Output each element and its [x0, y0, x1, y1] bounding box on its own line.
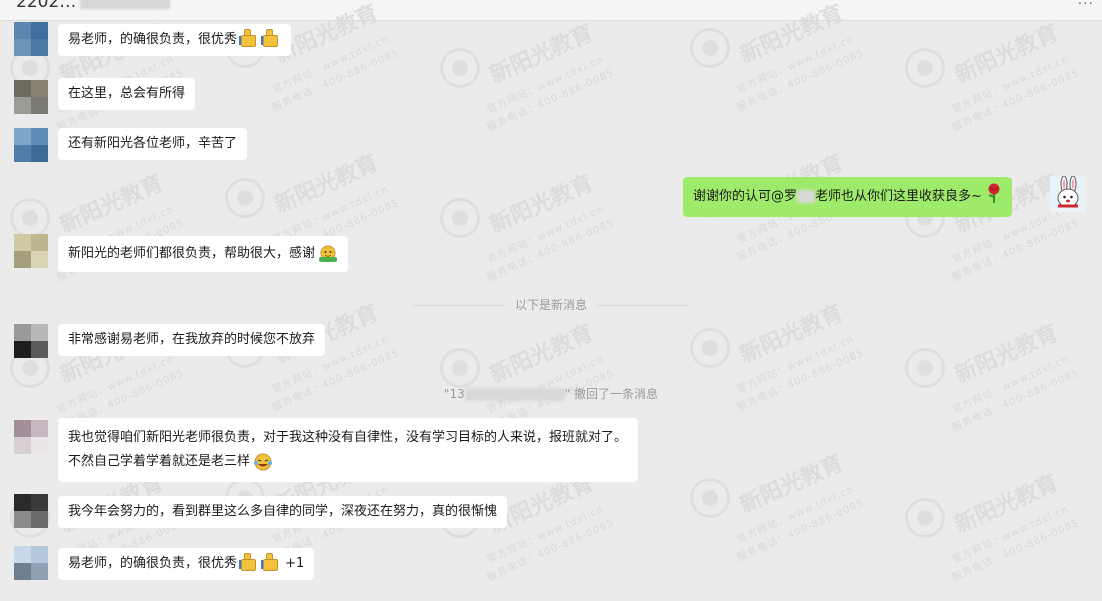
my-message-bubble[interactable]: 谢谢你的认可@罗 老师也从你们这里收获良多~ — [683, 177, 1012, 217]
message-bubble[interactable]: 还有新阳光各位老师，辛苦了 — [58, 128, 248, 160]
redacted-number — [464, 388, 565, 401]
avatar[interactable] — [14, 420, 48, 454]
watermark-brand: 新阳光教育 — [271, 150, 383, 219]
message-bubble[interactable]: 在这里，总会有所得 — [58, 78, 196, 110]
watermark-logo-icon — [440, 198, 480, 238]
watermark-logo-icon — [225, 178, 265, 218]
watermark-logo-icon — [690, 28, 730, 68]
message-text: 谢谢你的认可@罗 — [693, 189, 798, 204]
message-text: 我今年会努力的，看到群里这么多自律的同学，深夜还在努力，真的很惭愧 — [68, 504, 498, 519]
watermark-phone: 服务电话：400-886-0085 — [950, 517, 1082, 584]
watermark-brand: 新阳光教育 — [486, 20, 598, 89]
watermark-site: 官方网站：www.tdxl.cn — [485, 354, 606, 416]
title-bar: 2202… ··· — [0, 0, 1102, 21]
message-text: 老师也从你们这里收获良多~ — [815, 189, 982, 204]
message-bubble[interactable]: 易老师，的确很负责，很优秀 — [58, 24, 292, 56]
watermark-brand: 新阳光教育 — [56, 170, 168, 239]
watermark-logo-icon — [690, 328, 730, 368]
rabbit-avatar-icon — [1057, 175, 1079, 208]
watermark-site: 官方网站：www.tdxl.cn — [950, 504, 1071, 566]
new-messages-separator: 以下是新消息 — [0, 296, 1102, 313]
watermark-logo-icon — [905, 498, 945, 538]
avatar[interactable] — [14, 324, 48, 358]
watermark-brand: 新阳光教育 — [486, 170, 598, 239]
watermark-site: 官方网站：www.tdxl.cn — [735, 34, 856, 96]
watermark-brand: 新阳光教育 — [951, 470, 1063, 539]
watermark-site: 官方网站：www.tdxl.cn — [735, 484, 856, 546]
rose-icon — [988, 183, 1000, 203]
watermark-brand: 新阳光教育 — [951, 320, 1063, 389]
thumbs-up-icon — [261, 552, 279, 571]
watermark-logo-icon — [690, 478, 730, 518]
avatar[interactable] — [14, 234, 48, 268]
more-options-icon[interactable]: ··· — [1078, 0, 1094, 12]
watermark-logo-icon — [905, 348, 945, 388]
watermark-brand: 新阳光教育 — [951, 20, 1063, 89]
watermark-site: 官方网站：www.tdxl.cn — [485, 204, 606, 266]
watermark-phone: 服务电话：400-886-0085 — [950, 217, 1082, 284]
watermark-site: 官方网站：www.tdxl.cn — [485, 54, 606, 116]
message-bubble[interactable]: 我今年会努力的，看到群里这么多自律的同学，深夜还在努力，真的很惭愧 — [58, 496, 508, 528]
recall-notice: "13 " 撤回了一条消息 — [443, 387, 659, 401]
message-text: 易老师，的确很负责，很优秀 — [68, 32, 238, 47]
message-text: 还有新阳光各位老师，辛苦了 — [68, 136, 238, 151]
plus-one-label: +1 — [285, 556, 305, 571]
avatar[interactable] — [14, 128, 48, 162]
message-text: 新阳光的老师们都很负责，帮助很大，感谢 — [68, 246, 316, 261]
watermark-phone: 服务电话：400-886-0085 — [735, 47, 867, 114]
message-bubble[interactable]: 我也觉得咱们新阳光老师很负责，对于我这种没有自律性，没有学习目标的人来说，报班就… — [58, 418, 638, 482]
watermark-phone: 服务电话：400-886-0085 — [950, 67, 1082, 134]
watermark-site: 官方网站：www.tdxl.cn — [55, 354, 176, 416]
avatar[interactable] — [14, 80, 48, 114]
watermark-phone: 服务电话：400-886-0085 — [735, 347, 867, 414]
avatar[interactable] — [14, 546, 48, 580]
message-text: 易老师，的确很负责，很优秀 — [68, 556, 238, 571]
watermark-site: 官方网站：www.tdxl.cn — [950, 54, 1071, 116]
watermark-logo-icon — [440, 348, 480, 388]
redacted-name — [797, 190, 816, 203]
message-text: 我也觉得咱们新阳光老师很负责，对于我这种没有自律性，没有学习目标的人来说，报班就… — [68, 430, 628, 469]
message-text: 非常感谢易老师，在我放弃的时候您不放弃 — [68, 332, 316, 347]
message-text: 在这里，总会有所得 — [68, 86, 186, 101]
watermark-logo-icon — [905, 48, 945, 88]
watermark-logo-icon — [440, 48, 480, 88]
watermark-phone: 服务电话：400-886-0085 — [485, 217, 617, 284]
watermark-phone: 服务电话：400-886-0085 — [735, 497, 867, 564]
message-bubble[interactable]: 非常感谢易老师，在我放弃的时候您不放弃 — [58, 324, 326, 356]
message-bubble[interactable]: 易老师，的确很负责，很优秀 +1 — [58, 548, 315, 580]
separator-label: 以下是新消息 — [514, 298, 587, 312]
my-avatar[interactable] — [1050, 175, 1086, 212]
watermark-logo-icon — [10, 198, 50, 238]
thumbs-up-icon — [239, 552, 257, 571]
avatar[interactable] — [14, 494, 48, 528]
watermark-site: 官方网站：www.tdxl.cn — [950, 354, 1071, 416]
avatar[interactable] — [14, 22, 48, 56]
message-bubble[interactable]: 新阳光的老师们都很负责，帮助很大，感谢 — [58, 236, 349, 272]
window-title: 2202… — [16, 0, 171, 12]
thumbs-up-icon — [239, 28, 257, 47]
watermark-phone: 服务电话：400-886-0085 — [485, 67, 617, 134]
hug-emoji-icon — [319, 245, 338, 262]
watermark-brand: 新阳光教育 — [486, 320, 598, 389]
laugh-tears-emoji-icon — [254, 453, 273, 470]
watermark-brand: 新阳光教育 — [736, 450, 848, 519]
thumbs-up-icon — [261, 28, 279, 47]
